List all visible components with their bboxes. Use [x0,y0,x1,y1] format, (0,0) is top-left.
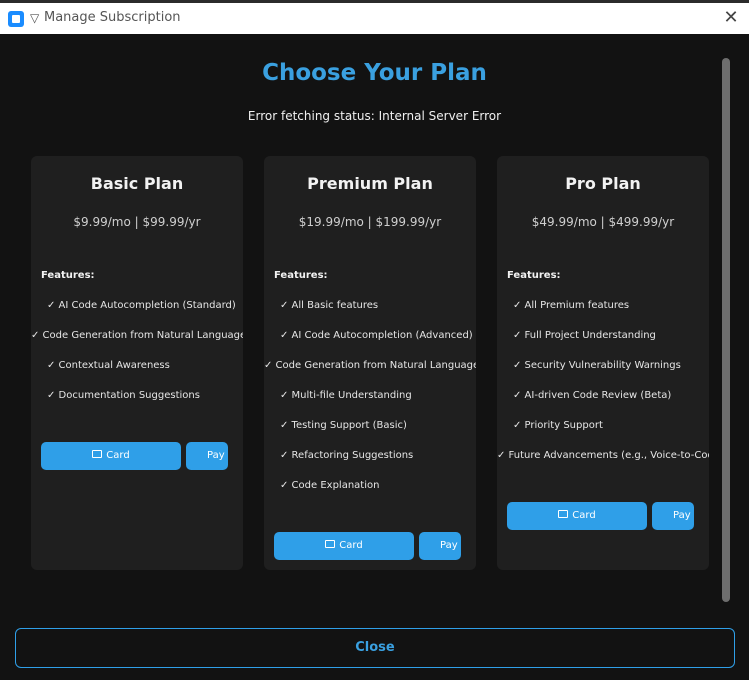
credit-card-icon [92,450,103,458]
feature-item: ✓ Documentation Suggestions [47,390,200,401]
card-button[interactable]: Card [41,442,181,470]
feature-item: ✓ All Premium features [513,300,630,311]
card-button-label: Card [106,450,130,461]
feature-item: ✓ Security Vulnerability Warnings [513,360,681,371]
feature-item: ✓ Multi-file Understanding [280,390,412,401]
features-label: Features: [41,270,95,281]
plan-price: $49.99/mo | $499.99/yr [531,215,675,229]
features-label: Features: [507,270,561,281]
plan-price: $9.99/mo | $99.99/yr [73,215,201,229]
pay-button[interactable]: Pay [419,532,461,560]
plan-card-premium: Premium Plan $19.99/mo | $199.99/yr Feat… [264,156,476,570]
card-button[interactable]: Card [507,502,647,530]
pay-button[interactable]: Pay [186,442,228,470]
pay-button[interactable]: Pay [652,502,694,530]
close-icon[interactable]: ✕ [719,7,743,29]
feature-item: ✓ AI-driven Code Review (Beta) [513,390,672,401]
title-bar: ▽ Manage Subscription ✕ [0,0,749,34]
feature-item: ✓ Code Explanation [280,480,380,491]
card-button[interactable]: Card [274,532,414,560]
plan-price: $19.99/mo | $199.99/yr [298,215,442,229]
plan-card-pro: Pro Plan $49.99/mo | $499.99/yr Features… [497,156,709,570]
feature-item: ✓ Testing Support (Basic) [280,420,407,431]
feature-item: ✓ Code Generation from Natural Language … [31,330,243,341]
feature-item: ✓ Refactoring Suggestions [280,450,414,461]
window-title: Manage Subscription [44,10,181,25]
dropdown-glyph-icon: ▽ [30,11,40,25]
plan-title: Premium Plan [307,174,433,193]
credit-card-icon [325,540,336,548]
scrollbar[interactable] [722,58,730,602]
feature-item: ✓ Full Project Understanding [513,330,656,341]
credit-card-icon [558,510,569,518]
feature-item: ✓ Future Advancements (e.g., Voice-to-Co… [497,450,709,461]
app-icon [8,11,24,27]
feature-item: ✓ Priority Support [513,420,603,431]
card-button-label: Card [572,510,596,521]
plan-title: Basic Plan [90,174,184,193]
feature-item: ✓ AI Code Autocompletion (Advanced) [280,330,473,341]
page-title: Choose Your Plan [262,60,487,86]
plan-title: Pro Plan [565,174,641,193]
feature-item: ✓ All Basic features [280,300,379,311]
status-message: Error fetching status: Internal Server E… [247,109,502,123]
plan-card-basic: Basic Plan $9.99/mo | $99.99/yr Features… [31,156,243,570]
features-label: Features: [274,270,328,281]
feature-item: ✓ AI Code Autocompletion (Standard) [47,300,236,311]
feature-item: ✓ Code Generation from Natural Language … [264,360,476,371]
card-button-label: Card [339,540,363,551]
feature-item: ✓ Contextual Awareness [47,360,170,371]
close-button[interactable]: Close [15,628,735,668]
